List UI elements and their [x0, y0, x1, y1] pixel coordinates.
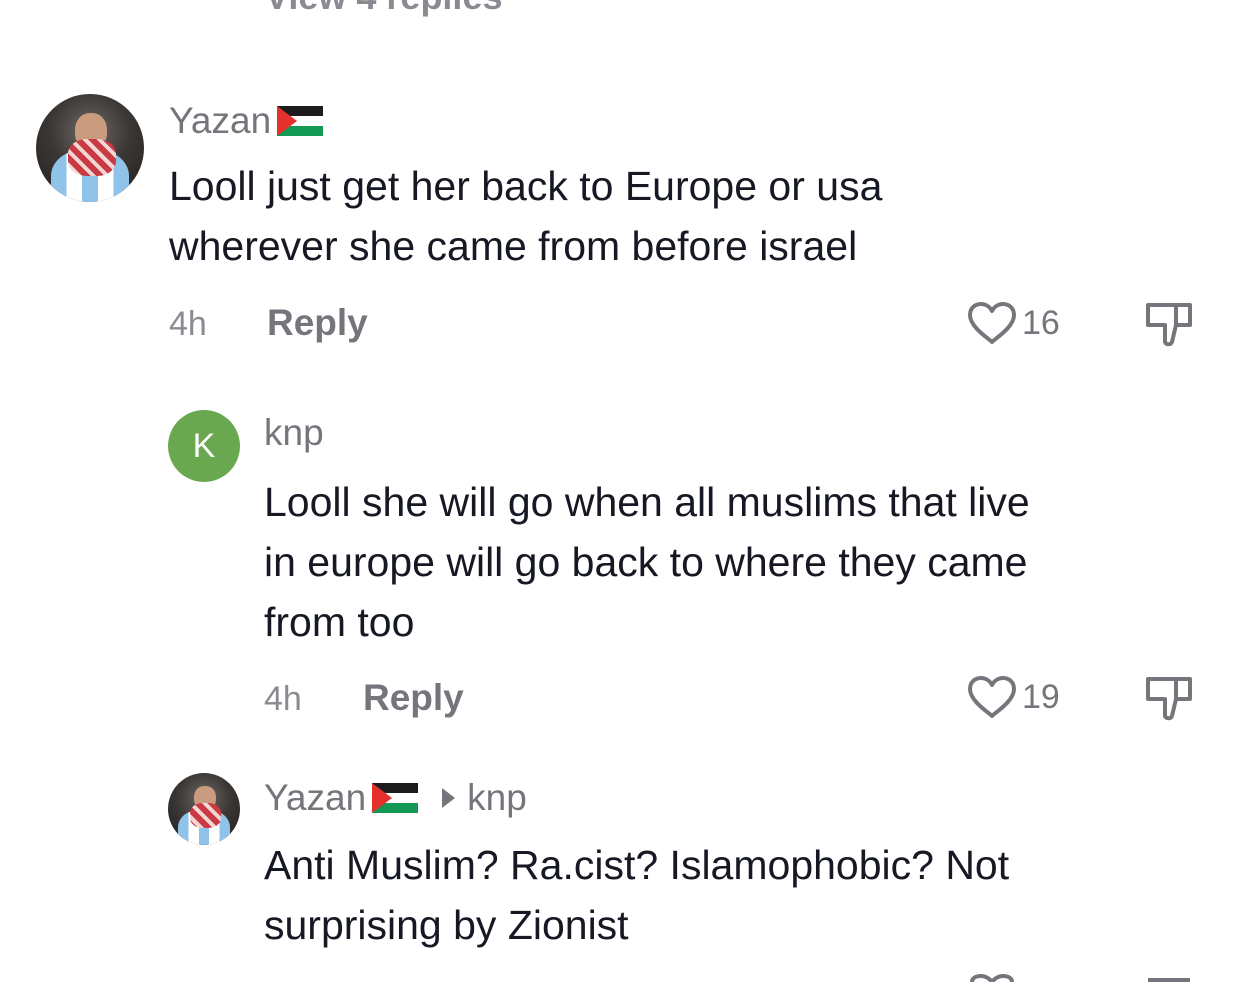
thumbs-down-icon[interactable]	[1144, 974, 1194, 982]
palestine-flag-icon	[372, 783, 419, 813]
username-label[interactable]: Yazan	[169, 100, 271, 142]
comment-text-line: in europe will go back to where they cam…	[264, 539, 1028, 585]
heart-outline-icon[interactable]	[966, 300, 1018, 346]
like-count: 16	[1022, 303, 1060, 342]
avatar[interactable]: K	[168, 410, 240, 482]
palestine-flag-icon	[277, 106, 324, 136]
comment-text-line: from too	[264, 599, 415, 645]
thumbs-down-icon[interactable]	[1144, 674, 1194, 722]
like-button[interactable]: 16	[966, 300, 1060, 346]
heart-outline-icon[interactable]	[966, 674, 1018, 720]
comment-text-line: wherever she came from before israel	[169, 223, 858, 269]
comment-username[interactable]: knp	[264, 412, 324, 454]
like-button[interactable]: 19	[966, 674, 1060, 720]
reply-button[interactable]: Reply	[363, 677, 464, 719]
comment-time: 4h	[264, 680, 302, 718]
view-replies-link[interactable]: View 4 replies	[265, 0, 502, 18]
comment-text: Anti Muslim? Ra.cist? Islamophobic? Not …	[264, 835, 1009, 955]
avatar[interactable]	[168, 773, 240, 845]
reply-button[interactable]: Reply	[267, 302, 368, 344]
comment-text-line: Looll she will go when all muslims that …	[264, 479, 1030, 525]
comment-text-line: surprising by Zionist	[264, 902, 629, 948]
comment-time: 4h	[169, 305, 207, 343]
thumbs-down-icon[interactable]	[1144, 300, 1194, 348]
comment-text-line: Looll just get her back to Europe or usa	[169, 163, 883, 209]
comment-username[interactable]: Yazan knp	[264, 777, 527, 819]
heart-outline-icon[interactable]	[966, 972, 1018, 982]
reply-arrow-icon	[442, 788, 456, 808]
comment-text: Looll just get her back to Europe or usa…	[169, 156, 882, 276]
like-count: 19	[1022, 677, 1060, 716]
avatar[interactable]	[36, 94, 144, 202]
username-label[interactable]: Yazan	[264, 777, 366, 819]
comment-username[interactable]: Yazan	[169, 100, 324, 142]
username-label[interactable]: knp	[264, 412, 324, 454]
comment-text: Looll she will go when all muslims that …	[264, 472, 1030, 652]
reply-to-username[interactable]: knp	[467, 777, 527, 819]
comment-text-line: Anti Muslim? Ra.cist? Islamophobic? Not	[264, 842, 1010, 888]
